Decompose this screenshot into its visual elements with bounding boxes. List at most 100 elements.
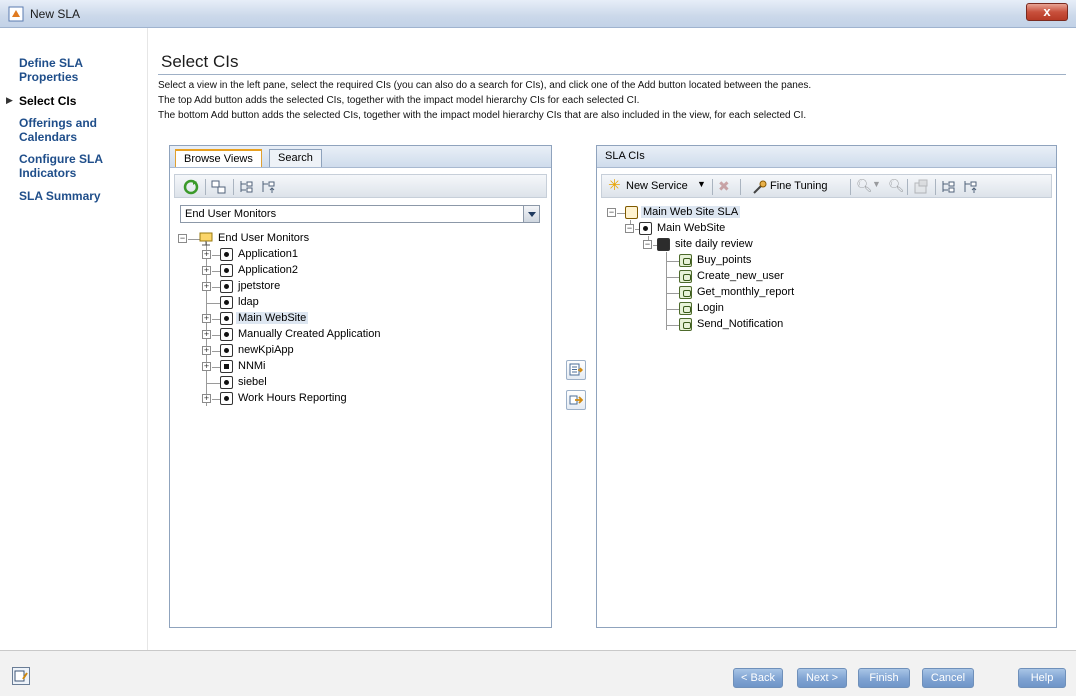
tree-item-label: Application2 [238,264,298,276]
main-website-label: Main WebSite [657,222,726,234]
group-icon [657,238,670,251]
tree-item-label: ldap [238,296,259,308]
new-service-button[interactable]: New Service [626,180,688,192]
next-button[interactable]: Next > [797,668,847,688]
tree-item-label: siebel [238,376,267,388]
collapse-icon[interactable]: − [643,240,652,249]
transaction-icon [679,318,692,331]
delete-icon[interactable]: ✖ [718,178,734,194]
window-title: New SLA [30,7,81,21]
expand-icon[interactable]: + [202,282,211,291]
transaction-label: Login [697,302,724,314]
application-icon [220,264,233,277]
expand-all-icon[interactable] [239,179,255,195]
fine-tuning-button[interactable]: Fine Tuning [770,180,827,192]
new-star-icon: ✳ [608,177,621,194]
sla-cis-toolbar: ✳ New Service ▼ ✖ Fine Tuning 🔍︎ ▼ 🔍︎ [601,174,1052,198]
nav-step-select-cis[interactable]: Select CIs [19,94,76,108]
tab-browse-views[interactable]: Browse Views [175,149,262,167]
expand-icon[interactable]: + [202,314,211,323]
expand-all-icon[interactable] [941,179,957,195]
application-icon [220,392,233,405]
application-icon [220,296,233,309]
expand-icon[interactable]: + [202,394,211,403]
expand-icon[interactable]: + [202,250,211,259]
site-daily-review-label: site daily review [675,238,753,250]
fine-tuning-icon [753,180,767,194]
tree-item-label: NNMi [238,360,266,372]
add-with-hierarchy-button[interactable] [566,360,586,380]
back-button[interactable]: < Back [733,668,783,688]
transaction-icon [679,254,692,267]
transaction-label: Create_new_user [697,270,784,282]
zoom-icon[interactable]: 🔍︎ [856,178,873,194]
application-icon [220,376,233,389]
zoom-out-icon[interactable]: 🔍︎ [888,178,905,194]
collapse-all-icon[interactable] [963,179,979,195]
add-in-view-icon [569,395,583,405]
tree-root-label: End User Monitors [218,232,310,244]
app-icon [8,6,24,22]
refresh-icon[interactable] [183,179,199,195]
description-line-1: Select a view in the left pane, select t… [158,80,812,91]
finish-button[interactable]: Finish [858,668,910,688]
tree-item-label: Manually Created Application [238,328,381,340]
tree-item-label-selected: Main WebSite [236,312,309,324]
transaction-icon [679,270,692,283]
nav-step-define-sla-properties[interactable]: Define SLA Properties [19,56,129,84]
help-button[interactable]: Help [1018,668,1066,688]
view-select-value: End User Monitors [185,208,277,220]
transaction-label: Send_Notification [697,318,784,330]
title-divider [158,74,1066,75]
tree-item-label: newKpiApp [238,344,294,356]
collapse-icon[interactable]: − [178,234,187,243]
transaction-icon [679,286,692,299]
expand-icon[interactable]: + [202,330,211,339]
context-help-icon[interactable] [12,667,30,685]
nav-step-configure-sla-indicators[interactable]: Configure SLA Indicators [19,152,129,180]
application-icon [639,222,652,235]
application-icon [220,248,233,261]
current-step-arrow-icon: ▶ [6,95,13,105]
cancel-button[interactable]: Cancel [922,668,974,688]
application-icon [220,344,233,357]
collapse-icon[interactable]: − [607,208,616,217]
zoom-dropdown-icon[interactable]: ▼ [872,179,888,195]
title-bar: New SLA x [0,0,1076,28]
tree-item-label: Application1 [238,248,298,260]
sla-root-label: Main Web Site SLA [641,206,741,218]
tree-item-label: Work Hours Reporting [238,392,347,404]
properties-icon[interactable] [913,179,929,195]
tree-item-label: jpetstore [238,280,281,292]
sla-cis-panel-title: SLA CIs [605,150,645,162]
footer-bar [0,650,1076,696]
collapse-all-icon[interactable] [261,179,277,195]
close-button[interactable]: x [1026,3,1068,21]
expand-icon[interactable]: + [202,266,211,275]
nnmi-icon [220,360,233,373]
description-line-2: The top Add button adds the selected CIs… [158,95,640,106]
add-selected-icon [569,363,583,376]
view-select[interactable]: End User Monitors [180,205,540,223]
application-icon [220,280,233,293]
show-hierarchy-icon[interactable] [211,179,227,195]
browse-toolbar [174,174,547,198]
expand-icon[interactable]: + [202,362,211,371]
add-within-view-button[interactable] [566,390,586,410]
transaction-label: Get_monthly_report [697,286,795,298]
wizard-steps-nav: Define SLA Properties ▶ Select CIs Offer… [0,28,148,650]
chevron-down-icon[interactable] [523,206,539,222]
new-sla-dialog: New SLA x Define SLA Properties ▶ Select… [0,0,1076,696]
browse-panel-header: Browse Views Search [170,146,551,168]
help-book-icon [14,670,28,682]
sla-cis-panel-header: SLA CIs [597,146,1056,168]
nav-step-sla-summary[interactable]: SLA Summary [19,189,101,203]
sla-icon [625,206,638,219]
new-service-dropdown-icon[interactable]: ▼ [697,179,713,195]
expand-icon[interactable]: + [202,346,211,355]
tab-search[interactable]: Search [269,149,322,167]
collapse-icon[interactable]: − [625,224,634,233]
nav-step-offerings-and-calendars[interactable]: Offerings and Calendars [19,116,129,144]
browse-panel: Browse Views Search End User Monitors − … [169,145,552,628]
page-title: Select CIs [161,52,239,71]
